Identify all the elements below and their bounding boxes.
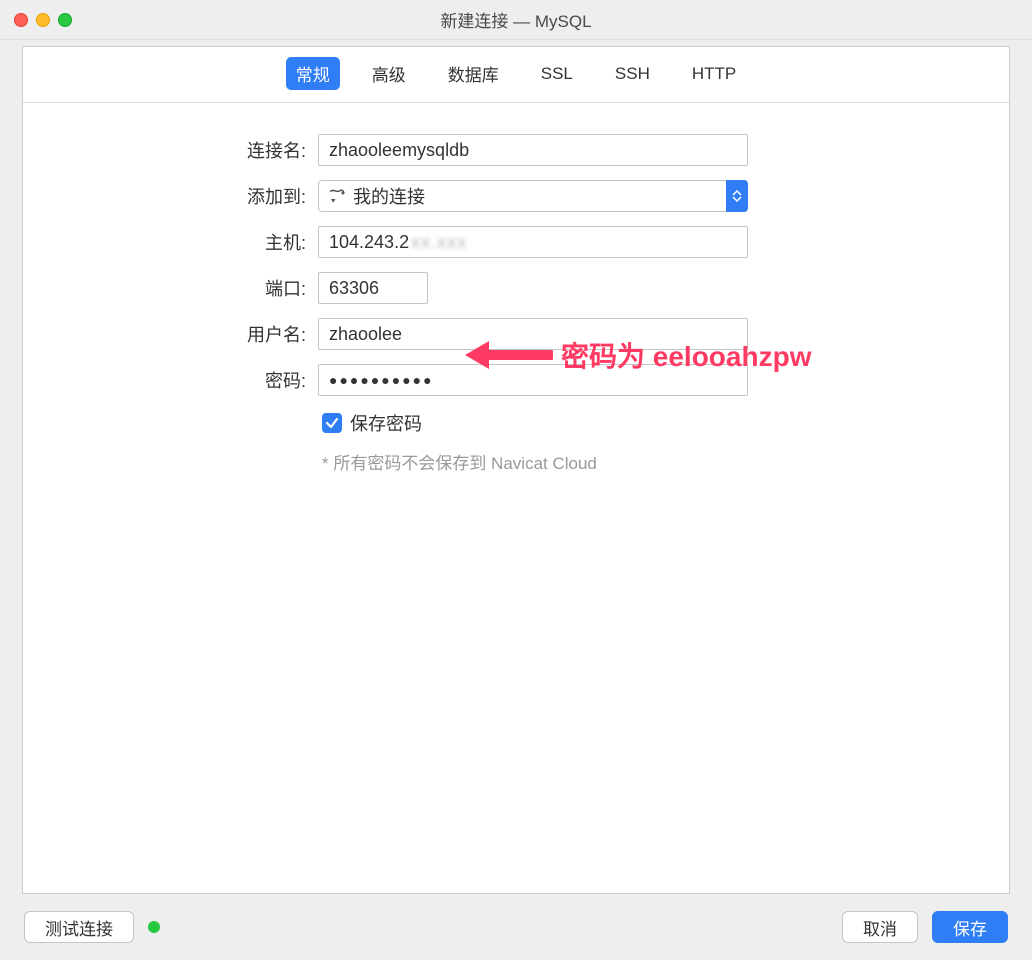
- username-label: 用户名:: [23, 321, 318, 347]
- connection-icon: [327, 186, 347, 206]
- row-save-password: 保存密码: [322, 409, 1009, 437]
- window-title: 新建连接 — MySQL: [440, 7, 591, 32]
- add-to-dropdown[interactable]: 我的连接: [318, 180, 748, 212]
- close-window-button[interactable]: [14, 13, 28, 27]
- row-add-to: 添加到: 我的连接: [23, 179, 1009, 213]
- checkmark-icon: [325, 416, 339, 430]
- cancel-button[interactable]: 取消: [842, 911, 918, 943]
- add-to-label: 添加到:: [23, 183, 318, 209]
- traffic-lights: [0, 13, 72, 27]
- connection-name-input[interactable]: [318, 134, 748, 166]
- password-hint: * 所有密码不会保存到 Navicat Cloud: [322, 449, 1009, 474]
- chevron-up-down-icon: [726, 180, 748, 212]
- row-host: 主机: 104.243.2 xx.xxx: [23, 225, 1009, 259]
- status-indicator-icon: [148, 921, 160, 933]
- host-value-visible: 104.243.2: [329, 232, 409, 253]
- row-password: 密码: ●●●●●●●●●●: [23, 363, 1009, 397]
- port-label: 端口:: [23, 275, 318, 301]
- host-input[interactable]: 104.243.2 xx.xxx: [318, 226, 748, 258]
- form-area: 连接名: 添加到: 我的连接 主机: 104.243.2 xx.xxx: [23, 103, 1009, 474]
- connection-name-label: 连接名:: [23, 137, 318, 163]
- tab-bar: 常规 高级 数据库 SSL SSH HTTP: [23, 47, 1009, 103]
- port-input[interactable]: [318, 272, 428, 304]
- content-panel: 常规 高级 数据库 SSL SSH HTTP 连接名: 添加到: 我的连接: [22, 46, 1010, 894]
- tab-ssl[interactable]: SSL: [531, 60, 583, 88]
- password-label: 密码:: [23, 367, 318, 393]
- save-button[interactable]: 保存: [932, 911, 1008, 943]
- username-input[interactable]: [318, 318, 748, 350]
- tab-database[interactable]: 数据库: [438, 57, 509, 90]
- host-label: 主机:: [23, 229, 318, 255]
- tab-advanced[interactable]: 高级: [362, 57, 416, 90]
- maximize-window-button[interactable]: [58, 13, 72, 27]
- tab-http[interactable]: HTTP: [682, 60, 746, 88]
- row-username: 用户名:: [23, 317, 1009, 351]
- minimize-window-button[interactable]: [36, 13, 50, 27]
- footer-bar: 测试连接 取消 保存: [0, 894, 1032, 960]
- window-titlebar: 新建连接 — MySQL: [0, 0, 1032, 40]
- row-connection-name: 连接名:: [23, 133, 1009, 167]
- test-connection-button[interactable]: 测试连接: [24, 911, 134, 943]
- add-to-value: 我的连接: [353, 183, 747, 209]
- row-port: 端口:: [23, 271, 1009, 305]
- host-value-redacted: xx.xxx: [411, 232, 467, 253]
- tab-ssh[interactable]: SSH: [605, 60, 660, 88]
- tab-general[interactable]: 常规: [286, 57, 340, 90]
- password-input[interactable]: ●●●●●●●●●●: [318, 364, 748, 396]
- save-password-label: 保存密码: [350, 410, 422, 436]
- save-password-checkbox[interactable]: [322, 413, 342, 433]
